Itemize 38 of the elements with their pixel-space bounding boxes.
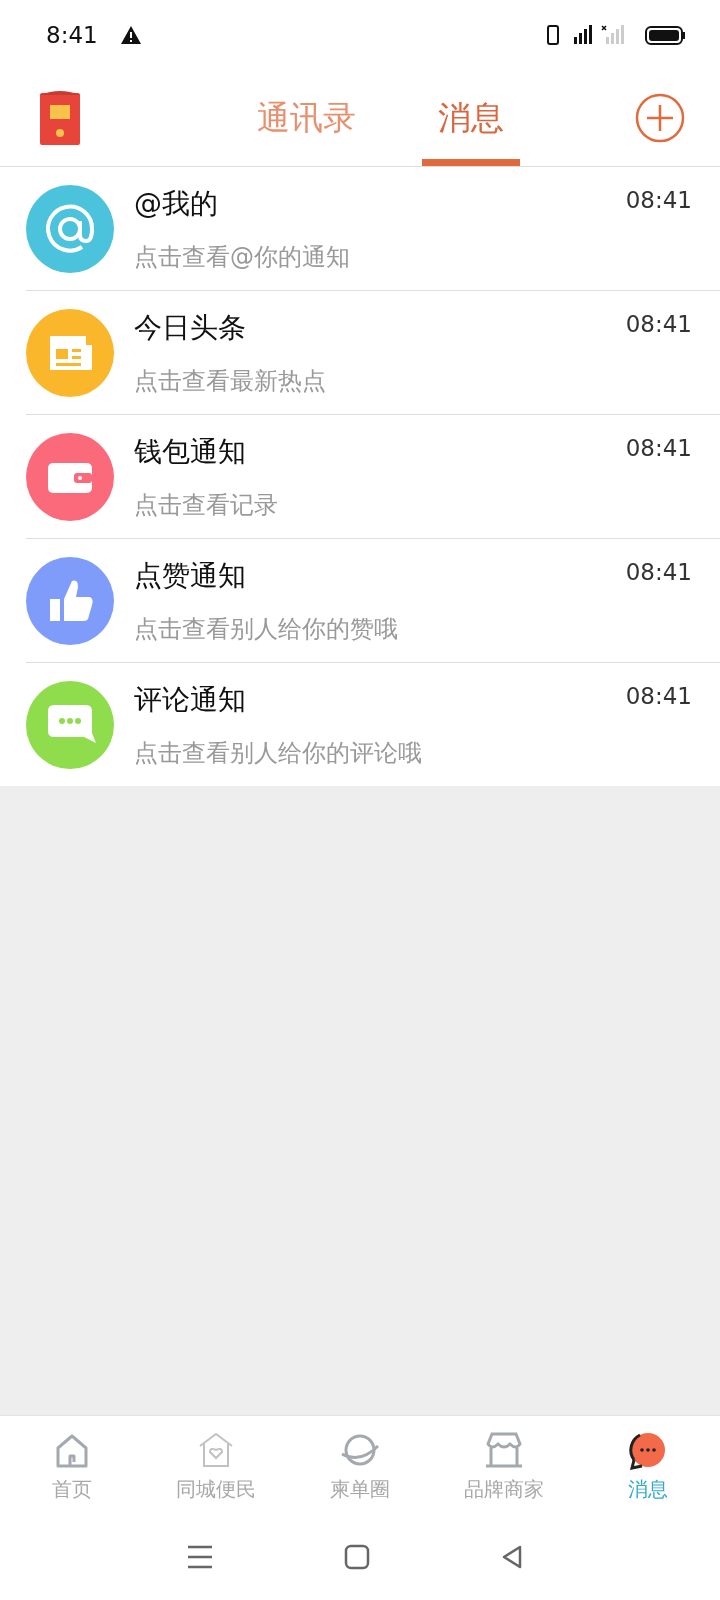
nav-tab[interactable]: 首页 <box>0 1416 144 1514</box>
message-time: 08:41 <box>625 559 692 585</box>
message-subtitle: 点击查看别人给你的赞哦 <box>134 613 398 645</box>
add-icon[interactable] <box>635 93 685 143</box>
nav-label: 品牌商家 <box>464 1475 544 1503</box>
message-title: 今日头条 <box>134 309 246 346</box>
message-time: 08:41 <box>625 683 692 709</box>
nav-label: 首页 <box>52 1475 92 1503</box>
message-subtitle: 点击查看@你的通知 <box>134 241 350 273</box>
nav-tab[interactable]: 品牌商家 <box>432 1416 576 1514</box>
message-row[interactable]: 钱包通知 点击查看记录 08:41 <box>0 415 720 538</box>
message-time: 08:41 <box>625 187 692 213</box>
message-row[interactable]: @我的 点击查看@你的通知 08:41 <box>0 167 720 290</box>
message-row[interactable]: 点赞通知 点击查看别人给你的赞哦 08:41 <box>0 539 720 662</box>
message-subtitle: 点击查看记录 <box>134 489 278 521</box>
message-subtitle: 点击查看别人给你的评论哦 <box>134 737 422 769</box>
message-title: 评论通知 <box>134 681 246 718</box>
nav-tab[interactable]: 同城便民 <box>144 1416 288 1514</box>
message-time: 08:41 <box>625 311 692 337</box>
message-time: 08:41 <box>625 435 692 461</box>
gift-envelope-icon[interactable] <box>38 89 82 147</box>
warning-icon <box>119 25 142 45</box>
status-time: 8:41 <box>46 22 98 48</box>
nav-label: 柬单圈 <box>330 1475 390 1503</box>
menu-icon[interactable] <box>186 1544 214 1570</box>
message-title: 点赞通知 <box>134 557 246 594</box>
message-row[interactable]: 评论通知 点击查看别人给你的评论哦 08:41 <box>0 663 720 786</box>
nav-label: 消息 <box>628 1475 668 1503</box>
message-title: 钱包通知 <box>134 433 246 470</box>
message-title: @我的 <box>134 185 218 222</box>
nav-label: 同城便民 <box>176 1475 256 1503</box>
message-row[interactable]: 今日头条 点击查看最新热点 08:41 <box>0 291 720 414</box>
home-square-icon[interactable] <box>344 1544 370 1570</box>
message-subtitle: 点击查看最新热点 <box>134 365 326 397</box>
nav-tab[interactable]: 柬单圈 <box>288 1416 432 1514</box>
nav-tab[interactable]: 消息 <box>576 1416 720 1514</box>
header-tab[interactable]: 通讯录 <box>240 70 372 166</box>
back-icon[interactable] <box>500 1544 524 1570</box>
